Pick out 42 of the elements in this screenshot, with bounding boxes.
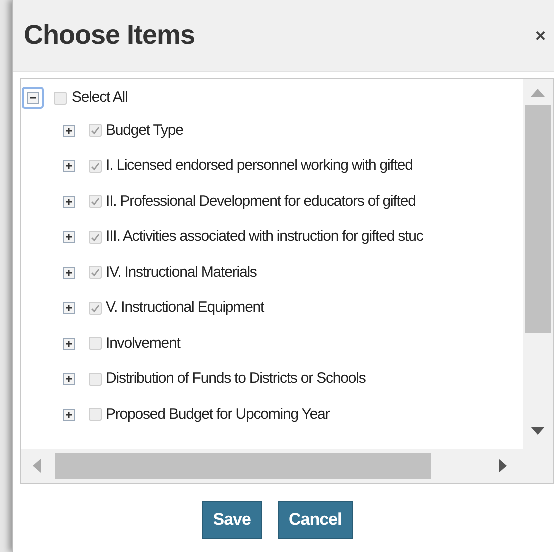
scroll-thumb[interactable] xyxy=(55,453,431,479)
save-button[interactable]: Save xyxy=(202,501,262,539)
expand-icon[interactable] xyxy=(62,301,76,316)
tree-label[interactable]: Involvement xyxy=(106,332,180,355)
checkbox[interactable] xyxy=(89,266,102,280)
tree-label[interactable]: I. Licensed endorsed personnel working with gifted xyxy=(106,155,413,178)
scroll-thumb[interactable] xyxy=(525,105,551,333)
vertical-scrollbar[interactable] xyxy=(523,79,553,449)
scroll-down-icon[interactable] xyxy=(531,427,545,435)
expand-icon[interactable] xyxy=(62,336,76,351)
expand-icon[interactable] xyxy=(62,159,76,174)
collapse-icon[interactable] xyxy=(22,87,44,109)
tree-label[interactable]: III. Activities associated with instruction for gifted stuc xyxy=(106,226,424,248)
scroll-right-icon[interactable] xyxy=(499,459,507,473)
checkbox[interactable] xyxy=(89,124,102,138)
expand-icon[interactable] xyxy=(62,372,76,386)
tree-label[interactable]: V. Instructional Equipment xyxy=(106,297,264,320)
dialog-title: Choose Items xyxy=(24,19,196,52)
expand-icon[interactable] xyxy=(62,124,76,138)
checkbox[interactable] xyxy=(89,160,102,173)
close-button[interactable]: × xyxy=(535,26,546,44)
cancel-button[interactable]: Cancel xyxy=(278,501,353,539)
scroll-left-icon[interactable] xyxy=(33,459,41,473)
scroll-up-icon[interactable] xyxy=(531,89,545,97)
checkbox[interactable] xyxy=(54,92,67,104)
tree-label[interactable]: Select All xyxy=(72,86,128,110)
checkbox[interactable] xyxy=(89,302,102,315)
checkbox[interactable] xyxy=(89,337,102,350)
checkbox[interactable] xyxy=(89,372,102,386)
checkbox[interactable] xyxy=(89,195,102,208)
expand-icon[interactable] xyxy=(62,266,76,280)
tree-label[interactable]: IV. Instructional Materials xyxy=(106,262,257,284)
horizontal-scrollbar[interactable] xyxy=(21,449,553,483)
checkbox[interactable] xyxy=(89,408,102,422)
tree-label[interactable]: II. Professional Development for educators of gifted xyxy=(106,190,416,213)
checkbox[interactable] xyxy=(89,230,102,244)
tree-label[interactable]: Distribution of Funds to Districts or Schools xyxy=(106,368,366,390)
expand-icon[interactable] xyxy=(62,408,76,422)
expand-icon[interactable] xyxy=(62,194,76,209)
tree-label[interactable]: Proposed Budget for Upcoming Year xyxy=(106,404,330,426)
tree-label[interactable]: Budget Type xyxy=(106,120,184,142)
expand-icon[interactable] xyxy=(62,230,76,244)
